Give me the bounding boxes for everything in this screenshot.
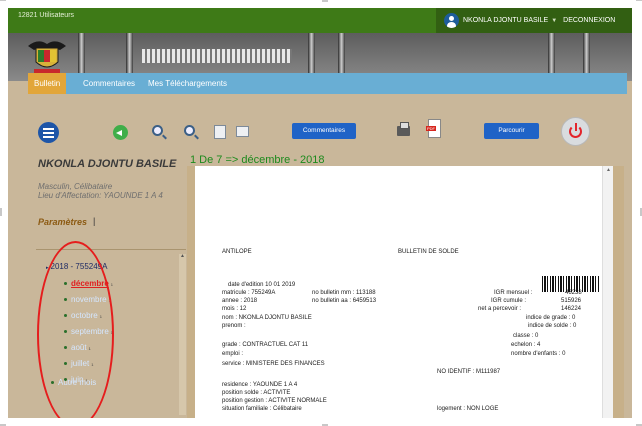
tree-scrollbar[interactable] [179, 253, 186, 415]
chevron-down-icon[interactable]: ▼ [551, 18, 557, 24]
doc-service: service : MINISTERE DES FINANCES [222, 361, 325, 367]
commentaires-button[interactable]: Commentaires [292, 123, 356, 139]
banner-title-graphic [142, 49, 292, 63]
doc-igr-mensuel: 46238 [565, 290, 582, 296]
tab-mes-telechargements[interactable]: Mes Téléchargements [142, 73, 233, 94]
doc-emploi: emploi : [222, 351, 244, 357]
doc-prenom: prenom : [222, 323, 246, 329]
doc-indice-solde: indice de solde : 0 [528, 323, 577, 329]
red-circle-annotation [37, 241, 114, 418]
parametres-link[interactable]: Paramètres [38, 217, 87, 227]
user-menu[interactable]: NKONLA DJONTU BASILE ▼ DECONNEXION [436, 8, 632, 33]
menu-icon[interactable] [38, 122, 59, 143]
page-navigation-text: 1 De 7 => décembre - 2018 [190, 154, 325, 166]
doc-situation-familiale: situation familiale : Célibataire [222, 406, 302, 412]
zoom-in-icon[interactable] [184, 125, 195, 136]
doc-no-bulletin-aa: no bulletin aa : 6459513 [312, 298, 377, 304]
doc-position-gestion: position gestion : ACTIVITE NORMALE [222, 398, 327, 404]
left-panel: NKONLA DJONTU BASILE Masculin, Célibatai… [36, 154, 186, 418]
doc-residence: residence : YAOUNDE 1 A 4 [222, 382, 298, 388]
users-count: 12821 Utilisateurs [18, 12, 75, 19]
doc-organization: ANTILOPE [222, 249, 252, 255]
employee-name: NKONLA DJONTU BASILE [38, 158, 177, 170]
parcourir-button[interactable]: Parcourir [484, 123, 539, 139]
app-frame: 12821 Utilisateurs NKONLA DJONTU BASILE … [8, 8, 632, 418]
tab-commentaires[interactable]: Commentaires [77, 73, 141, 94]
avatar-icon [444, 13, 459, 28]
logout-link[interactable]: DECONNEXION [563, 17, 615, 24]
fit-page-icon[interactable] [214, 125, 226, 139]
doc-date-edition: date d'edition 10 01 2019 [228, 282, 296, 288]
doc-logement: logement : NON LOGE [437, 406, 499, 412]
doc-no-identif: NO IDENTIF : M111987 [437, 369, 501, 375]
doc-echelon: echelon : 4 [511, 342, 541, 348]
print-icon[interactable] [397, 122, 410, 136]
tab-bar: Bulletin Commentaires Mes Téléchargement… [28, 73, 627, 94]
doc-position-solde: position solde : ACTIVITE [222, 390, 291, 396]
pdf-badge: PDF [426, 126, 436, 131]
doc-net-label: net a percevoir : [478, 306, 522, 312]
doc-matricule: matricule : 755249A [222, 290, 276, 296]
zoom-out-icon[interactable] [152, 125, 163, 136]
pdf-download-icon[interactable]: PDF [426, 119, 441, 138]
doc-net-a-percevoir: 146224 [561, 306, 582, 312]
separator: | [93, 216, 96, 226]
doc-igr-cumule-label: IGR cumule : [491, 298, 527, 304]
document-scrollbar[interactable] [602, 166, 613, 418]
doc-igr-cumule: 515926 [561, 298, 582, 304]
document-viewer: ANTILOPE BULLETIN DE SOLDE date d'editio… [187, 166, 624, 418]
back-arrow-icon[interactable] [113, 125, 128, 140]
doc-indice-grade: indice de grade : 0 [526, 315, 576, 321]
employee-assignment: Lieu d'Affectation: YAOUNDE 1 A 4 [38, 191, 163, 200]
doc-classe: classe : 0 [513, 333, 539, 339]
doc-igr-mensuel-label: IGR mensuel : [494, 290, 533, 296]
doc-nom: nom : NKONLA DJONTU BASILE [222, 315, 312, 321]
doc-no-bulletin-mm: no bulletin mm : 113188 [312, 290, 376, 296]
toolbar: Commentaires PDF Parcourir [30, 105, 602, 155]
top-bar: 12821 Utilisateurs NKONLA DJONTU BASILE … [8, 8, 632, 33]
doc-heading: BULLETIN DE SOLDE [398, 249, 459, 255]
coat-of-arms-logo [28, 41, 66, 74]
user-name[interactable]: NKONLA DJONTU BASILE [463, 17, 548, 24]
power-icon[interactable] [561, 117, 590, 146]
doc-grade: grade : CONTRACTUEL CAT 11 [222, 342, 309, 348]
tab-bulletin[interactable]: Bulletin [28, 73, 67, 94]
employee-info: Masculin, Célibataire [38, 182, 113, 191]
payslip-document: ANTILOPE BULLETIN DE SOLDE date d'editio… [195, 166, 613, 418]
doc-nombre-enfants: nombre d'enfants : 0 [511, 351, 566, 357]
fit-width-icon[interactable] [236, 126, 249, 137]
doc-mois: mois : 12 [222, 306, 247, 312]
doc-annee: annee : 2018 [222, 298, 258, 304]
